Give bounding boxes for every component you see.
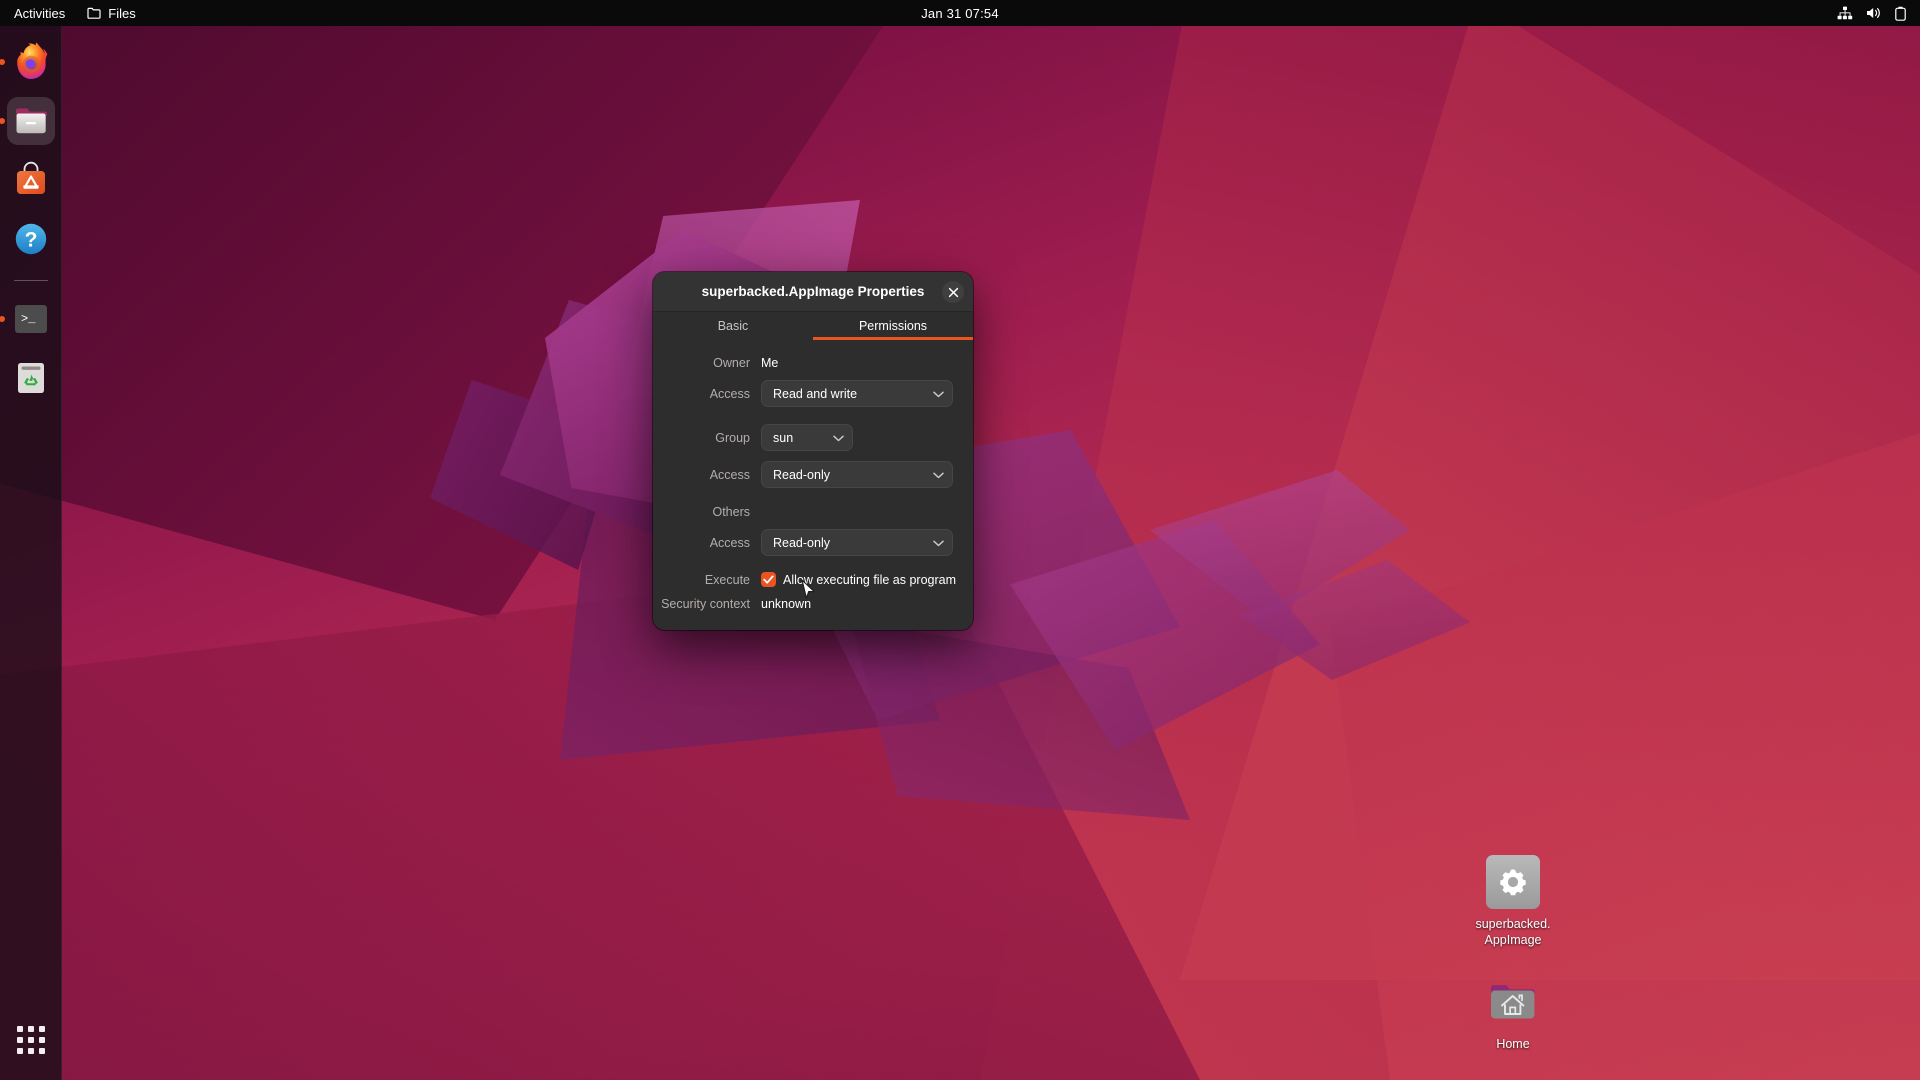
dock-item-files[interactable] <box>6 97 55 145</box>
folder-icon <box>87 7 101 19</box>
properties-dialog: superbacked.AppImage Properties Basic Pe… <box>653 272 973 630</box>
dialog-tabs: Basic Permissions <box>653 312 973 340</box>
allow-execute-checkbox[interactable] <box>761 572 776 587</box>
show-applications-button[interactable] <box>7 1016 55 1064</box>
app-menu-files[interactable]: Files <box>87 5 136 21</box>
gear-icon <box>1486 855 1540 909</box>
owner-access-dropdown[interactable]: Read and write <box>761 380 953 407</box>
desktop-icon-home[interactable]: Home <box>1453 975 1573 1052</box>
others-label: Others <box>712 505 750 519</box>
desktop-icon-superbacked-appimage[interactable]: superbacked. AppImage <box>1453 855 1573 948</box>
group-dropdown[interactable]: sun <box>761 424 853 451</box>
apps-grid-icon <box>16 1026 45 1054</box>
tab-basic[interactable]: Basic <box>653 312 813 340</box>
dock-item-ubuntu-software[interactable] <box>7 156 55 204</box>
network-wired-icon[interactable] <box>1837 6 1853 20</box>
desktop-icon-label: superbacked. AppImage <box>1475 917 1551 947</box>
owner-access-value: Read and write <box>773 386 858 401</box>
top-bar: Activities Files Jan 31 07:54 <box>0 0 1920 26</box>
security-context-label: Security context <box>661 597 750 611</box>
row-security-context: Security context unknown <box>653 597 957 611</box>
volume-icon[interactable] <box>1866 6 1882 20</box>
tab-permissions[interactable]: Permissions <box>813 312 973 340</box>
dialog-header: superbacked.AppImage Properties <box>653 272 973 312</box>
security-context-value: unknown <box>761 597 812 611</box>
chevron-down-icon <box>933 536 944 550</box>
others-access-label: Access <box>709 535 750 550</box>
others-access-dropdown[interactable]: Read-only <box>761 529 953 556</box>
owner-access-label: Access <box>709 386 750 401</box>
row-owner: Owner Me <box>653 356 957 370</box>
close-icon[interactable] <box>942 281 964 303</box>
battery-icon[interactable] <box>1895 6 1906 21</box>
dock: ? >_ <box>0 26 62 1080</box>
dock-item-firefox[interactable] <box>7 38 55 86</box>
others-access-value: Read-only <box>773 535 830 550</box>
dialog-title: superbacked.AppImage Properties <box>701 284 925 299</box>
home-folder-icon <box>1486 975 1540 1029</box>
execute-label: Execute <box>704 572 750 587</box>
dock-item-terminal[interactable]: >_ <box>7 295 55 343</box>
dock-item-trash[interactable] <box>7 354 55 402</box>
svg-text:>_: >_ <box>21 312 36 326</box>
row-others: Others <box>653 505 957 519</box>
owner-value: Me <box>761 356 779 370</box>
chevron-down-icon <box>933 468 944 482</box>
activities-button[interactable]: Activities <box>14 6 65 21</box>
dock-item-help[interactable]: ? <box>7 215 55 263</box>
row-group: Group sun <box>653 424 957 451</box>
dialog-body: Owner Me Access Read and write Group sun <box>653 340 973 611</box>
app-menu-label: Files <box>108 5 136 21</box>
dock-separator <box>13 280 48 281</box>
chevron-down-icon <box>833 431 844 445</box>
group-access-value: Read-only <box>773 467 830 482</box>
group-access-label: Access <box>709 467 750 482</box>
row-execute: Execute Allow executing file as program <box>653 572 957 587</box>
svg-text:?: ? <box>24 229 37 252</box>
row-group-access: Access Read-only <box>653 461 957 488</box>
owner-label: Owner <box>713 356 750 370</box>
clock[interactable]: Jan 31 07:54 <box>0 6 1920 21</box>
group-label: Group <box>715 430 750 445</box>
row-owner-access: Access Read and write <box>653 380 957 407</box>
chevron-down-icon <box>933 387 944 401</box>
allow-execute-label[interactable]: Allow executing file as program <box>783 573 956 587</box>
group-value: sun <box>773 430 794 445</box>
desktop-icon-label: Home <box>1496 1037 1530 1051</box>
activities-label: Activities <box>14 5 66 21</box>
group-access-dropdown[interactable]: Read-only <box>761 461 953 488</box>
row-others-access: Access Read-only <box>653 529 957 556</box>
